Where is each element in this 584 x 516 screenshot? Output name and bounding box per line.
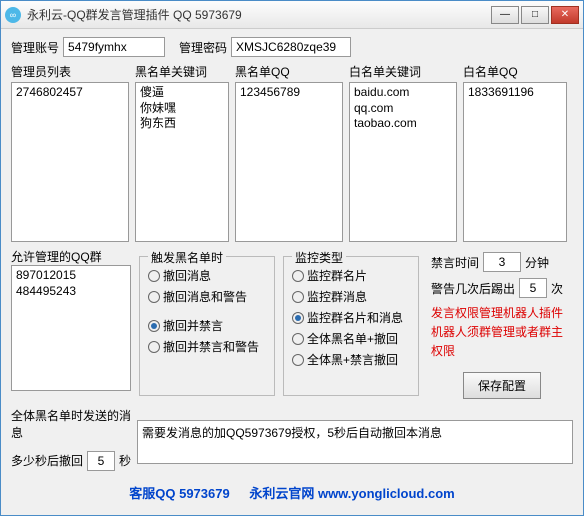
- save-config-button[interactable]: 保存配置: [463, 372, 541, 399]
- warn-count-unit: 次: [551, 280, 563, 297]
- password-label: 管理密码: [179, 39, 227, 56]
- admin-list[interactable]: 2746802457: [11, 82, 129, 242]
- broadcast-message-box[interactable]: 需要发消息的加QQ5973679授权，5秒后自动撤回本消息: [137, 420, 573, 464]
- allow-groups-list[interactable]: 897012015 484495243: [11, 265, 131, 391]
- warn-count-input[interactable]: [519, 278, 547, 298]
- blk-opt-recall-mute[interactable]: 撤回并禁言: [148, 317, 266, 334]
- mute-time-unit: 分钟: [525, 254, 549, 271]
- window-controls: — □ ✕: [491, 6, 579, 24]
- blacklist-qq-list[interactable]: 123456789: [235, 82, 343, 242]
- mute-time-input[interactable]: [483, 252, 521, 272]
- recall-sec-label: 多少秒后撤回: [11, 452, 83, 469]
- blk-opt-recall-mute-warn[interactable]: 撤回并禁言和警告: [148, 338, 266, 355]
- app-window: ∞ 永利云-QQ群发言管理插件 QQ 5973679 — □ ✕ 管理账号 管理…: [0, 0, 584, 516]
- mon-opt-all-recall[interactable]: 全体黑名单+撤回: [292, 330, 410, 347]
- whitelist-kw-list[interactable]: baidu.com qq.com taobao.com: [349, 82, 457, 242]
- window-title: 永利云-QQ群发言管理插件 QQ 5973679: [27, 6, 491, 23]
- whitelist-qq-list[interactable]: 1833691196: [463, 82, 567, 242]
- allow-groups-header: 允许管理的QQ群: [11, 248, 131, 265]
- titlebar: ∞ 永利云-QQ群发言管理插件 QQ 5973679 — □ ✕: [1, 1, 583, 29]
- account-input[interactable]: [63, 37, 165, 57]
- password-input[interactable]: [231, 37, 351, 57]
- blacklist-trigger-legend: 触发黑名单时: [148, 249, 226, 266]
- blacklist-qq-header: 黑名单QQ: [235, 63, 343, 80]
- admin-list-header: 管理员列表: [11, 63, 129, 80]
- blacklist-kw-header: 黑名单关键词: [135, 63, 229, 80]
- note-line-2: 机器人须群管理或者群主权限: [431, 323, 573, 361]
- whitelist-qq-header: 白名单QQ: [463, 63, 567, 80]
- app-icon: ∞: [5, 7, 21, 23]
- whitelist-kw-header: 白名单关键词: [349, 63, 457, 80]
- content-area: 管理账号 管理密码 管理员列表 2746802457 黑名单关键词 傻逼 你妹嘿…: [1, 29, 583, 510]
- monitor-type-group: 监控类型 监控群名片 监控群消息 监控群名片和消息 全体黑名单+撤回 全体黑+禁…: [283, 256, 419, 396]
- monitor-type-legend: 监控类型: [292, 249, 346, 266]
- blacklist-kw-list[interactable]: 傻逼 你妹嘿 狗东西: [135, 82, 229, 242]
- mute-time-label: 禁言时间: [431, 254, 479, 271]
- mon-opt-card-msg[interactable]: 监控群名片和消息: [292, 309, 410, 326]
- blk-opt-recall-warn[interactable]: 撤回消息和警告: [148, 288, 266, 305]
- blacklist-trigger-group: 触发黑名单时 撤回消息 撤回消息和警告 撤回并禁言 撤回并禁言和警告: [139, 256, 275, 396]
- mon-opt-card[interactable]: 监控群名片: [292, 267, 410, 284]
- recall-sec-input[interactable]: [87, 451, 115, 471]
- account-label: 管理账号: [11, 39, 59, 56]
- mon-opt-all-mute-recall[interactable]: 全体黑+禁言撤回: [292, 351, 410, 368]
- close-button[interactable]: ✕: [551, 6, 579, 24]
- note-line-1: 发言权限管理机器人插件: [431, 304, 573, 323]
- minimize-button[interactable]: —: [491, 6, 519, 24]
- service-qq-link[interactable]: 客服QQ 5973679: [129, 486, 229, 501]
- warn-count-label: 警告几次后踢出: [431, 280, 515, 297]
- send-msg-label: 全体黑名单时发送的消息: [11, 407, 131, 441]
- official-site-link[interactable]: 永利云官网 www.yonglicloud.com: [249, 486, 454, 501]
- mon-opt-msg[interactable]: 监控群消息: [292, 288, 410, 305]
- recall-sec-unit: 秒: [119, 452, 131, 469]
- maximize-button[interactable]: □: [521, 6, 549, 24]
- blk-opt-recall[interactable]: 撤回消息: [148, 267, 266, 284]
- right-options: 禁言时间 分钟 警告几次后踢出 次 发言权限管理机器人插件 机器人须群管理或者群…: [427, 248, 573, 399]
- footer: 客服QQ 5973679 永利云官网 www.yonglicloud.com: [11, 483, 573, 502]
